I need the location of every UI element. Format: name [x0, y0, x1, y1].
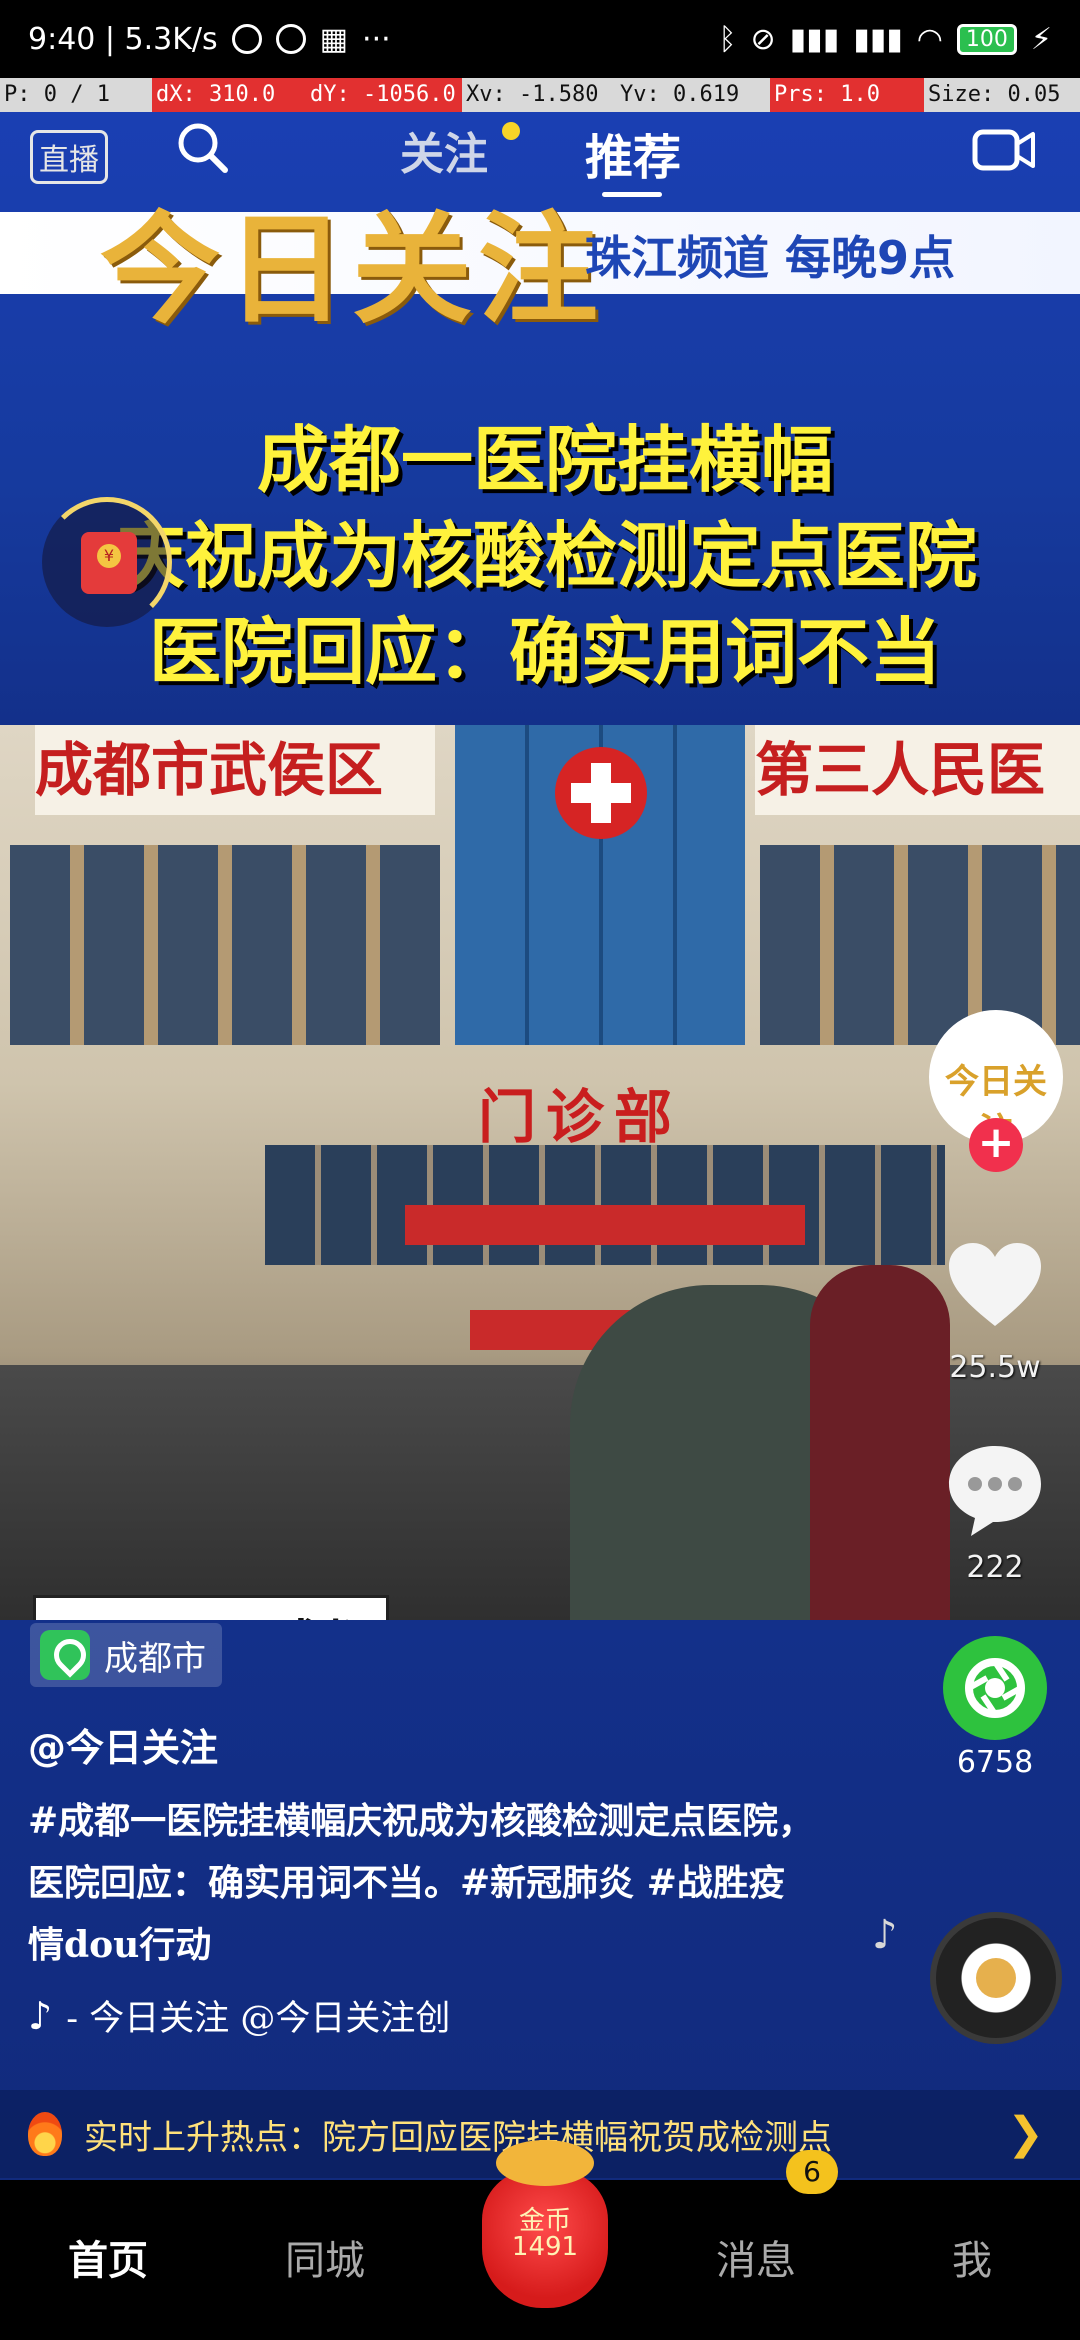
music-note-icon: ♪ — [872, 1912, 898, 1958]
headline-line-3: 医院回应：确实用词不当 — [148, 610, 941, 694]
like-count: 25.5w — [949, 1350, 1041, 1385]
hot-topic-text: 实时上升热点：院方回应医院挂横幅祝贺成检测点 — [84, 2117, 832, 2158]
date-location-tag: 12月9日 成都 — [33, 1595, 389, 1620]
tab-recommend[interactable]: 推荐 — [585, 118, 681, 188]
signal2-icon: ▮▮▮ — [853, 21, 903, 57]
tab-nearby[interactable]: 同城 — [285, 2228, 365, 2286]
coin-count: 1491 — [511, 2232, 579, 2262]
windows-left — [10, 845, 440, 1045]
tab-messages[interactable]: 消息 — [716, 2228, 796, 2286]
sign-right: 第三人民医 — [755, 725, 1080, 815]
share-count: 6758 — [956, 1745, 1034, 1780]
location-chip[interactable]: 成都市 — [30, 1623, 222, 1687]
active-tab-indicator — [602, 192, 662, 197]
music-title: - 今日关注 @今日关注创 — [66, 1999, 451, 2039]
live-button[interactable]: 直播 — [30, 130, 108, 184]
coin-bag-button[interactable]: 金币 1491 — [478, 2140, 612, 2310]
signal-icon: ▮▮▮ — [789, 21, 840, 57]
red-packet-icon — [81, 532, 137, 594]
flame-icon — [28, 2112, 62, 2156]
like-heart-icon[interactable] — [945, 1240, 1045, 1330]
video-headline: 成都一医院挂横幅 庆祝成为核酸检测定点医院 医院回应：确实用词不当 — [25, 412, 1065, 700]
red-cross-icon — [555, 747, 647, 839]
headline-line-1: 成都一医院挂横幅 — [256, 418, 833, 502]
debug-pointer: P: 0 / 1 — [4, 82, 110, 107]
sync-icon — [275, 24, 306, 54]
author-name[interactable]: @今日关注 — [28, 1717, 218, 1772]
tab-home[interactable]: 首页 — [68, 2228, 148, 2286]
tab-me[interactable]: 我 — [952, 2228, 992, 2286]
location-pin-icon — [40, 1630, 90, 1680]
tiktok-music-icon: ♪ — [28, 1993, 53, 2038]
follow-update-dot — [502, 122, 520, 140]
debug-dx: dX: 310.0 — [152, 78, 306, 112]
comment-icon[interactable] — [945, 1440, 1045, 1540]
chevron-right-icon: ❯ — [1007, 2108, 1044, 2159]
search-icon[interactable] — [175, 120, 229, 174]
camera-icon[interactable] — [972, 126, 1036, 174]
coin-bag-top — [496, 2140, 594, 2186]
channel-text: 珠江频道 每晚9点 — [585, 231, 956, 285]
music-info[interactable]: ♪ - 今日关注 @今日关注创 — [28, 1990, 450, 2041]
message-icon: ▦ — [319, 21, 349, 57]
pointer-location-bar: P: 0 / 1 dX: 310.0 dY: -1056.0 Xv: -1.58… — [0, 78, 1080, 112]
messages-badge: 6 — [786, 2150, 838, 2194]
video-player[interactable]: 今日关注 珠江频道 每晚9点 成都一医院挂横幅 庆祝成为核酸检测定点医院 医院回… — [0, 112, 1080, 1620]
video-description[interactable]: #成都一医院挂横幅庆祝成为核酸检测定点医院，医院回应：确实用词不当。#新冠肺炎 … — [28, 1790, 818, 1976]
debug-dy: dY: -1056.0 — [306, 78, 462, 112]
debug-size: Size: 0.05 — [928, 82, 1061, 107]
tab-follow[interactable]: 关注 — [400, 118, 488, 182]
hospital-building-scene: 成都市武侯区 第三人民医 门诊部 12月9日 成都 — [0, 725, 1080, 1620]
person-figure — [810, 1265, 950, 1620]
status-time: 9:40 | 5.3K/s — [28, 21, 218, 57]
windows-right — [760, 845, 1080, 1045]
hospital-banner — [405, 1205, 805, 1245]
bluetooth-icon: ᛒ — [718, 21, 737, 57]
charging-icon: ⚡ — [1030, 21, 1052, 57]
headline-line-2: 庆祝成为核酸检测定点医院 — [112, 514, 977, 598]
door-sign: 门诊部 — [478, 1083, 683, 1151]
nfc-icon: ⊘ — [750, 21, 776, 57]
music-disc-icon[interactable] — [930, 1912, 1062, 2044]
sign-left: 成都市武侯区 — [35, 725, 435, 815]
battery-icon: 100 — [956, 23, 1017, 55]
red-packet-timer[interactable] — [42, 497, 172, 627]
comment-count: 222 — [966, 1550, 1024, 1585]
status-bar: 9:40 | 5.3K/s ▦ ··· ᛒ ⊘ ▮▮▮ ▮▮▮ ◠ 100 ⚡ — [0, 0, 1080, 78]
more-dots: ··· — [362, 21, 391, 57]
debug-yv: Yv: 0.619 — [620, 82, 740, 107]
follow-button[interactable]: + — [969, 1118, 1023, 1172]
top-nav: 直播 关注 推荐 — [0, 112, 1080, 202]
alarm-icon — [231, 24, 262, 54]
wifi-icon: ◠ — [916, 21, 943, 57]
debug-prs: Prs: 1.0 — [770, 78, 924, 112]
debug-xv: Xv: -1.580 — [466, 82, 599, 107]
share-icon[interactable] — [943, 1636, 1047, 1740]
share-aperture-icon — [965, 1658, 1025, 1718]
location-label: 成都市 — [104, 1638, 206, 1679]
